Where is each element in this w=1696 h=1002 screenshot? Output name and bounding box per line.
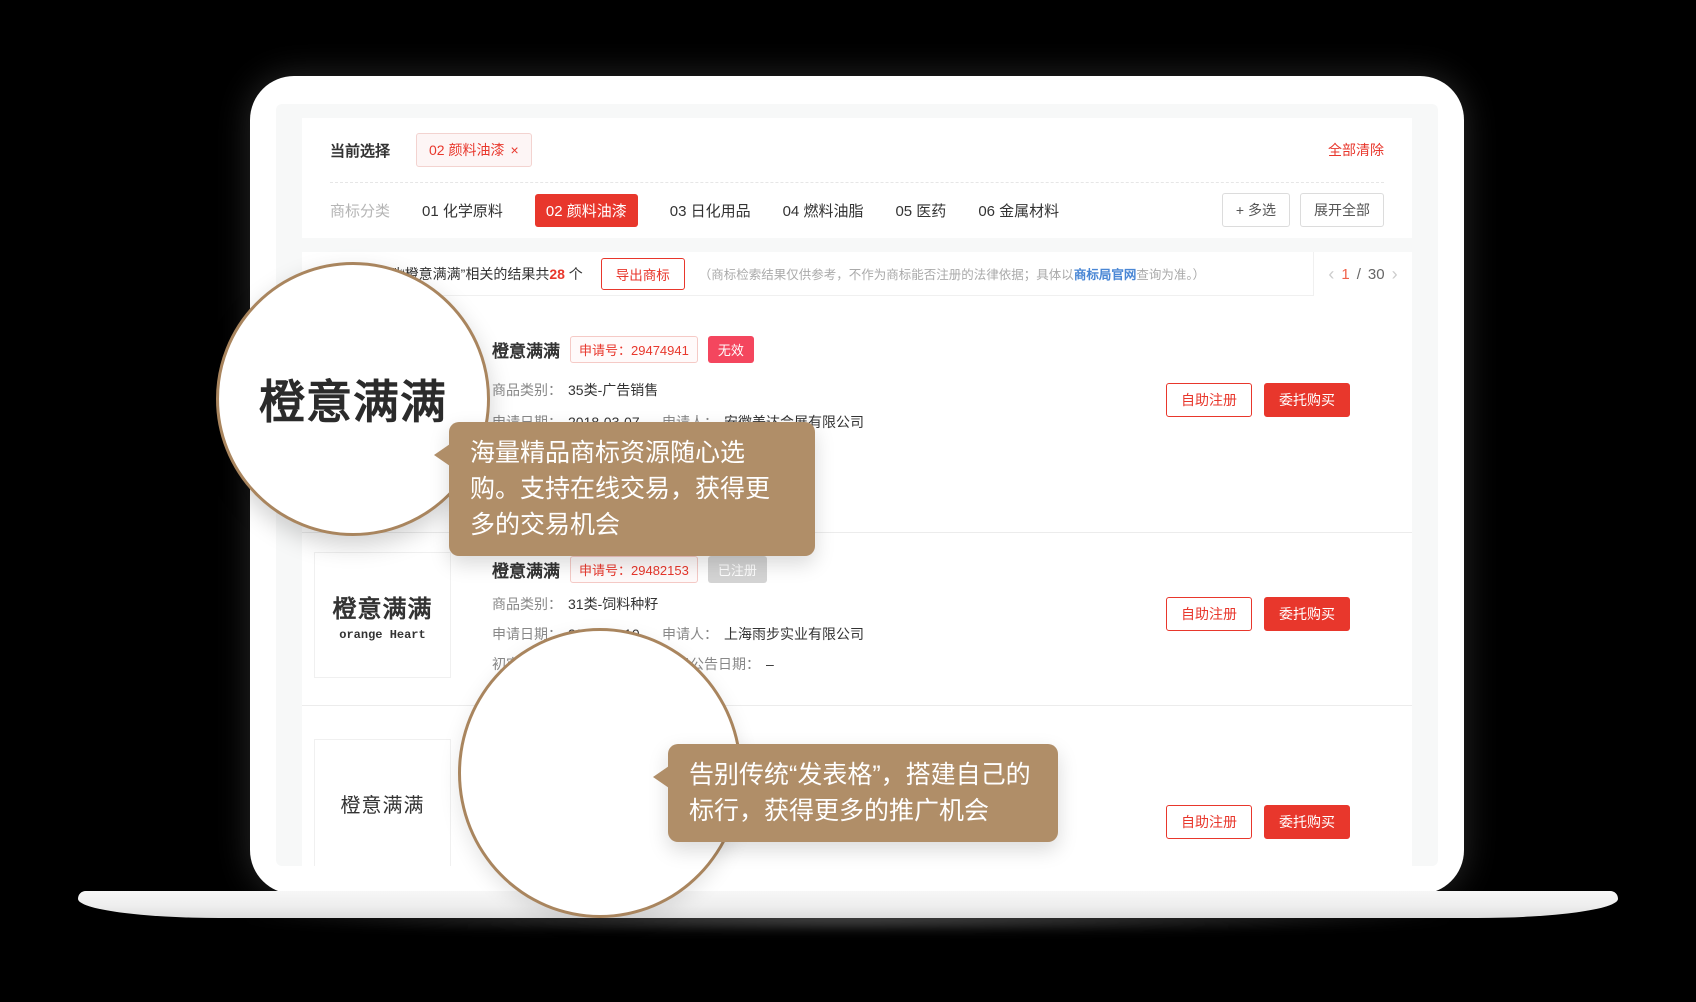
application-number-label: 申请号： [579, 563, 631, 578]
pagination-separator: / [1357, 266, 1361, 283]
pagination-current-page: 1 [1341, 266, 1349, 283]
laptop-base [78, 891, 1618, 918]
disclaimer-text: （商标检索结果仅供参考，不作为商标能否注册的法律依据；具体以商标局官网查询为准。… [699, 264, 1205, 283]
category-item-01[interactable]: 01 化学原料 [422, 200, 503, 221]
category-row-label: 商标分类 [330, 200, 390, 221]
field-value: 35类-广告销售 [568, 382, 658, 398]
disclaimer-suffix: 查询为准。） [1136, 268, 1205, 282]
current-selection-label: 当前选择 [330, 140, 390, 161]
disclaimer-prefix: （商标检索结果仅供参考，不作为商标能否注册的法律依据；具体以 [699, 268, 1074, 282]
category-row: 商标分类 01 化学原料 02 颜料油漆 03 日化用品 04 燃料油脂 05 … [302, 182, 1412, 238]
self-register-button[interactable]: 自助注册 [1166, 597, 1252, 631]
result-row-2-content: 橙意满满 orange Heart 橙意满满 申请号：29482153 已注册 … [302, 532, 1412, 705]
chevron-left-icon[interactable]: ‹ [1328, 265, 1334, 283]
current-selection-row: 当前选择 02 颜料油漆 × 全部清除 [302, 118, 1412, 182]
title-line: 橙意满满 申请号：29474941 无效 [492, 336, 754, 363]
trademark-image-subtext: orange Heart [339, 628, 425, 642]
category-item-02-selected[interactable]: 02 颜料油漆 [535, 194, 638, 227]
result-row-2: 橙意满满 orange Heart 橙意满满 申请号：29482153 已注册 … [302, 532, 1412, 705]
chevron-right-icon[interactable]: › [1392, 265, 1398, 283]
self-register-button[interactable]: 自助注册 [1166, 383, 1252, 417]
category-item-04[interactable]: 04 燃料油脂 [783, 200, 864, 221]
status-badge: 已注册 [708, 556, 767, 583]
close-icon[interactable]: × [510, 142, 518, 158]
entrust-buy-button[interactable]: 委托购买 [1264, 805, 1350, 839]
results-header: 为您检索到“橙意满满”相关的结果共28 个 导出商标 （商标检索结果仅供参考，不… [302, 252, 1412, 296]
expand-all-button[interactable]: 展开全部 [1300, 193, 1384, 227]
selected-filter-tag[interactable]: 02 颜料油漆 × [416, 133, 532, 167]
export-trademark-button[interactable]: 导出商标 [601, 258, 685, 290]
multi-select-button[interactable]: + 多选 [1222, 193, 1290, 227]
results-summary-suffix: 个 [565, 266, 583, 282]
title-line: 橙意满满 申请号：29482153 已注册 [492, 556, 767, 583]
application-number-value: 29482153 [631, 563, 689, 578]
category-item-06[interactable]: 06 金属材料 [978, 200, 1059, 221]
pagination: ‹ 1 / 30 › [1313, 252, 1412, 296]
trademark-office-link[interactable]: 商标局官网 [1074, 268, 1137, 282]
magnified-trademark-text: 橙意满满 [259, 366, 447, 432]
category-buttons: + 多选 展开全部 [1222, 193, 1384, 227]
self-register-button[interactable]: 自助注册 [1166, 805, 1252, 839]
category-item-05[interactable]: 05 医药 [895, 200, 946, 221]
field-value: – [766, 656, 774, 672]
clear-all-button[interactable]: 全部清除 [1328, 140, 1384, 160]
row-actions: 自助注册 委托购买 [1166, 805, 1350, 839]
selected-filter-tag-label: 02 颜料油漆 [429, 142, 504, 158]
category-item-03[interactable]: 03 日化用品 [670, 200, 751, 221]
filter-panel: 当前选择 02 颜料油漆 × 全部清除 商标分类 01 化学原料 02 颜料油漆 … [302, 118, 1412, 238]
status-badge: 无效 [708, 336, 754, 363]
row-actions: 自助注册 委托购买 [1166, 597, 1350, 631]
trademark-name: 橙意满满 [492, 557, 560, 582]
field-label: 商品类别： [492, 382, 562, 398]
application-number-tag: 申请号：29474941 [570, 336, 698, 363]
field-label: 商品类别： [492, 596, 562, 612]
trademark-image-text: 橙意满满 [341, 789, 425, 818]
entrust-buy-button[interactable]: 委托购买 [1264, 597, 1350, 631]
trademark-image-card[interactable]: 橙意满满 [314, 739, 451, 866]
callout-marketplace: 海量精品商标资源随心选购。支持在线交易，获得更多的交易机会 [449, 422, 815, 556]
application-number-tag: 申请号：29482153 [570, 556, 698, 583]
pagination-total-pages: 30 [1368, 266, 1385, 283]
field-category: 商品类别： 35类-广告销售 [492, 380, 658, 400]
field-category: 商品类别： 31类-饲料种籽 [492, 594, 658, 614]
trademark-image-card[interactable]: 橙意满满 orange Heart [314, 552, 451, 678]
field-value: 31类-饲料种籽 [568, 596, 658, 612]
trademark-image-text: 橙意满满 [333, 589, 433, 624]
callout-promotion: 告别传统“发表格”，搭建自己的标行，获得更多的推广机会 [668, 744, 1058, 842]
results-count: 28 [549, 266, 565, 282]
field-value: 上海雨步实业有限公司 [724, 626, 864, 642]
field-label: 申请人： [662, 626, 718, 642]
application-number-value: 29474941 [631, 343, 689, 358]
trademark-name: 橙意满满 [492, 337, 560, 362]
row-actions: 自助注册 委托购买 [1166, 383, 1350, 417]
field-applicant: 申请人： 上海雨步实业有限公司 [662, 624, 864, 644]
entrust-buy-button[interactable]: 委托购买 [1264, 383, 1350, 417]
application-number-label: 申请号： [579, 343, 631, 358]
